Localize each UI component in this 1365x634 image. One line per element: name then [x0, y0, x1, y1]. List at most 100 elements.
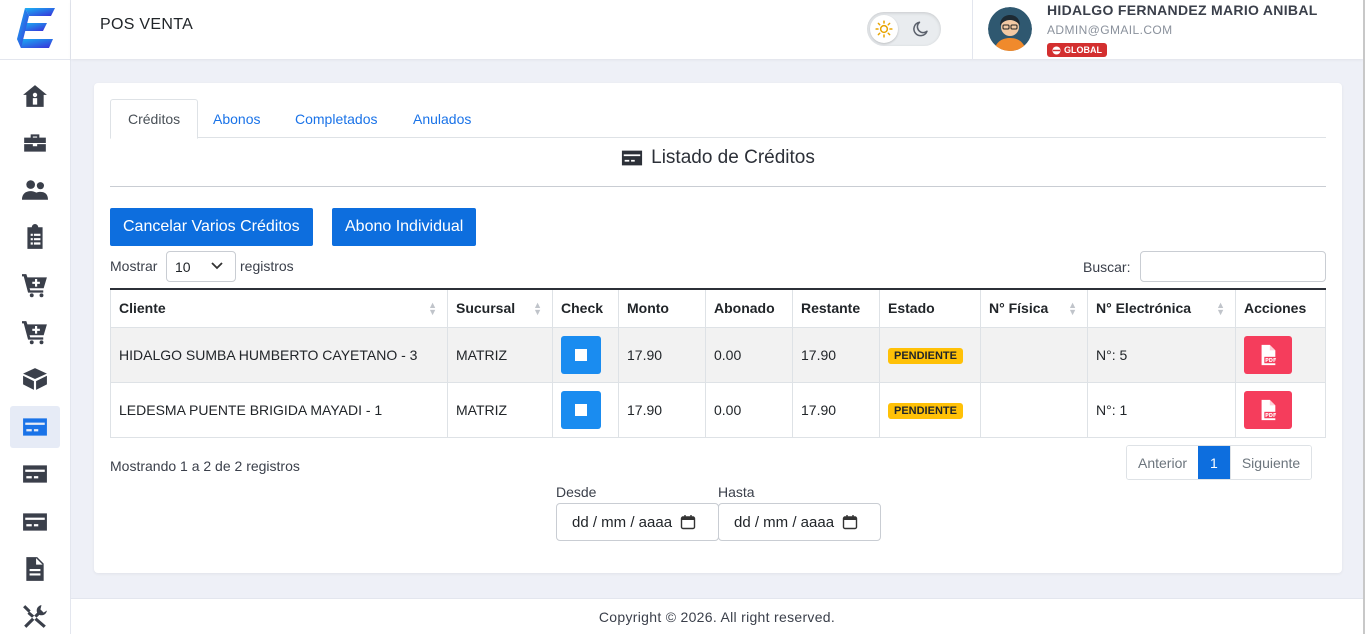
tab-abonos[interactable]: Abonos [196, 99, 277, 138]
column-header-restante: Restante [792, 288, 880, 328]
cell-check [552, 382, 619, 438]
sidebar-item-documents[interactable] [10, 548, 60, 590]
svg-text:PDF: PDF [1265, 413, 1277, 419]
sidebar-item-cart-add-2[interactable] [10, 311, 60, 353]
pagination-prev[interactable]: Anterior [1127, 446, 1199, 479]
pdf-button[interactable]: PDF [1244, 335, 1292, 374]
column-header-monto: Monto [618, 288, 706, 328]
cell-sucursal: MATRIZ [447, 327, 553, 383]
credits-table: Cliente ▲ ▼ Sucursal ▲ ▼ Check Monto Abonado… [110, 288, 1326, 438]
clipboard-list-icon [27, 224, 43, 249]
sidebar-item-briefcase[interactable] [10, 122, 60, 164]
sort-icon: ▲ ▼ [1216, 300, 1225, 317]
column-header-sucursal[interactable]: Sucursal ▲ ▼ [447, 288, 553, 328]
tools-icon [23, 605, 47, 628]
sidebar [0, 0, 71, 634]
from-date-placeholder: dd / mm / aaaa [572, 513, 673, 531]
search-input[interactable] [1140, 251, 1326, 282]
status-badge: PENDIENTE [888, 347, 963, 364]
to-date-label: Hasta [718, 484, 755, 500]
to-date-placeholder: dd / mm / aaaa [734, 513, 835, 531]
cell-abonado: 0.00 [705, 382, 793, 438]
sidebar-item-box[interactable] [10, 358, 60, 400]
cell-cliente: HIDALGO SUMBA HUMBERTO CAYETANO - 3 [110, 327, 448, 383]
app-title: POS VENTA [100, 16, 194, 33]
cell-sucursal: MATRIZ [447, 382, 553, 438]
row-select-checkbox[interactable] [561, 390, 601, 429]
tab-creditos[interactable]: Créditos [110, 99, 199, 139]
sidebar-item-card-2[interactable] [10, 453, 60, 495]
sidebar-item-credits[interactable] [10, 406, 60, 448]
cell-acciones: PDF [1235, 382, 1326, 438]
sidebar-item-users[interactable] [10, 169, 60, 211]
sidebar-item-card-3[interactable] [10, 501, 60, 543]
to-date-input[interactable]: dd / mm / aaaa [718, 503, 881, 541]
column-header-fisica[interactable]: N° Física ▲ ▼ [980, 288, 1088, 328]
pagination: Anterior 1 Siguiente [1126, 445, 1313, 480]
box-icon [23, 368, 47, 390]
credits-card: Créditos Abonos Completados Anulados Lis… [94, 83, 1342, 573]
page-size-value: 10 [175, 258, 191, 275]
pagination-next[interactable]: Siguiente [1229, 446, 1312, 479]
column-header-electronica[interactable]: N° Electrónica ▲ ▼ [1087, 288, 1236, 328]
theme-toggle[interactable] [867, 12, 941, 46]
sort-icon: ▲ ▼ [533, 300, 542, 317]
global-badge: GLOBAL [1047, 43, 1107, 57]
pagination-info: Mostrando 1 a 2 de 2 registros [110, 458, 300, 474]
cancel-multiple-credits-button[interactable]: Cancelar Varios Créditos [110, 208, 313, 246]
tab-anulados[interactable]: Anulados [396, 99, 488, 138]
logo[interactable] [15, 6, 57, 50]
row-select-checkbox[interactable] [561, 335, 601, 374]
header-divider [972, 0, 973, 59]
pdf-file-icon: PDF [1261, 399, 1278, 420]
sidebar-item-tools[interactable] [10, 596, 60, 634]
footer: Copyright © 2026. All right reserved. [71, 598, 1363, 634]
sidebar-item-cart-add[interactable] [10, 264, 60, 306]
pdf-button[interactable]: PDF [1244, 390, 1292, 429]
sort-icon: ▲ ▼ [428, 300, 437, 317]
cell-monto: 17.90 [618, 382, 706, 438]
sun-icon[interactable] [870, 15, 898, 43]
cell-electronica: N°: 1 [1087, 382, 1236, 438]
credit-card-icon [23, 465, 47, 483]
user-name: HIDALGO FERNANDEZ MARIO ANIBAL [1047, 2, 1318, 18]
sidebar-item-home[interactable] [10, 75, 60, 117]
cell-restante: 17.90 [792, 327, 880, 383]
sidebar-divider [0, 59, 71, 60]
sidebar-item-clipboard[interactable] [10, 216, 60, 258]
column-header-estado: Estado [879, 288, 981, 328]
svg-text:PDF: PDF [1265, 358, 1277, 364]
tab-completados[interactable]: Completados [278, 99, 395, 138]
show-label: Mostrar [110, 258, 158, 274]
column-header-cliente[interactable]: Cliente ▲ ▼ [110, 288, 448, 328]
cell-check [552, 327, 619, 383]
table-header-row: Cliente ▲ ▼ Sucursal ▲ ▼ Check Monto Abonado… [110, 288, 1326, 328]
avatar[interactable] [988, 7, 1032, 51]
file-icon [26, 557, 44, 581]
credit-card-icon [23, 418, 47, 436]
cell-abonado: 0.00 [705, 327, 793, 383]
cell-monto: 17.90 [618, 327, 706, 383]
cell-fisica [980, 382, 1088, 438]
pagination-page-1[interactable]: 1 [1198, 446, 1230, 479]
cell-cliente: LEDESMA PUENTE BRIGIDA MAYADI - 1 [110, 382, 448, 438]
cart-plus-icon [22, 321, 47, 345]
credit-card-icon [622, 150, 643, 166]
page-title: Listado de Créditos [94, 147, 1342, 169]
column-header-abonado: Abonado [705, 288, 793, 328]
column-header-acciones: Acciones [1235, 288, 1326, 328]
user-email: ADMIN@GMAIL.COM [1047, 23, 1173, 37]
briefcase-icon [24, 134, 46, 152]
calendar-icon[interactable] [842, 514, 858, 530]
cart-plus-icon [22, 274, 47, 298]
page-size-select[interactable]: 10 [166, 251, 236, 282]
table-row: HIDALGO SUMBA HUMBERTO CAYETANO - 3 MATR… [110, 327, 1326, 383]
moon-icon[interactable] [909, 17, 933, 41]
records-label: registros [240, 258, 294, 274]
home-icon [23, 85, 47, 107]
pdf-file-icon: PDF [1261, 344, 1278, 365]
calendar-icon[interactable] [680, 514, 696, 530]
sort-icon: ▲ ▼ [1068, 300, 1077, 317]
individual-payment-button[interactable]: Abono Individual [332, 208, 477, 246]
from-date-input[interactable]: dd / mm / aaaa [556, 503, 719, 541]
